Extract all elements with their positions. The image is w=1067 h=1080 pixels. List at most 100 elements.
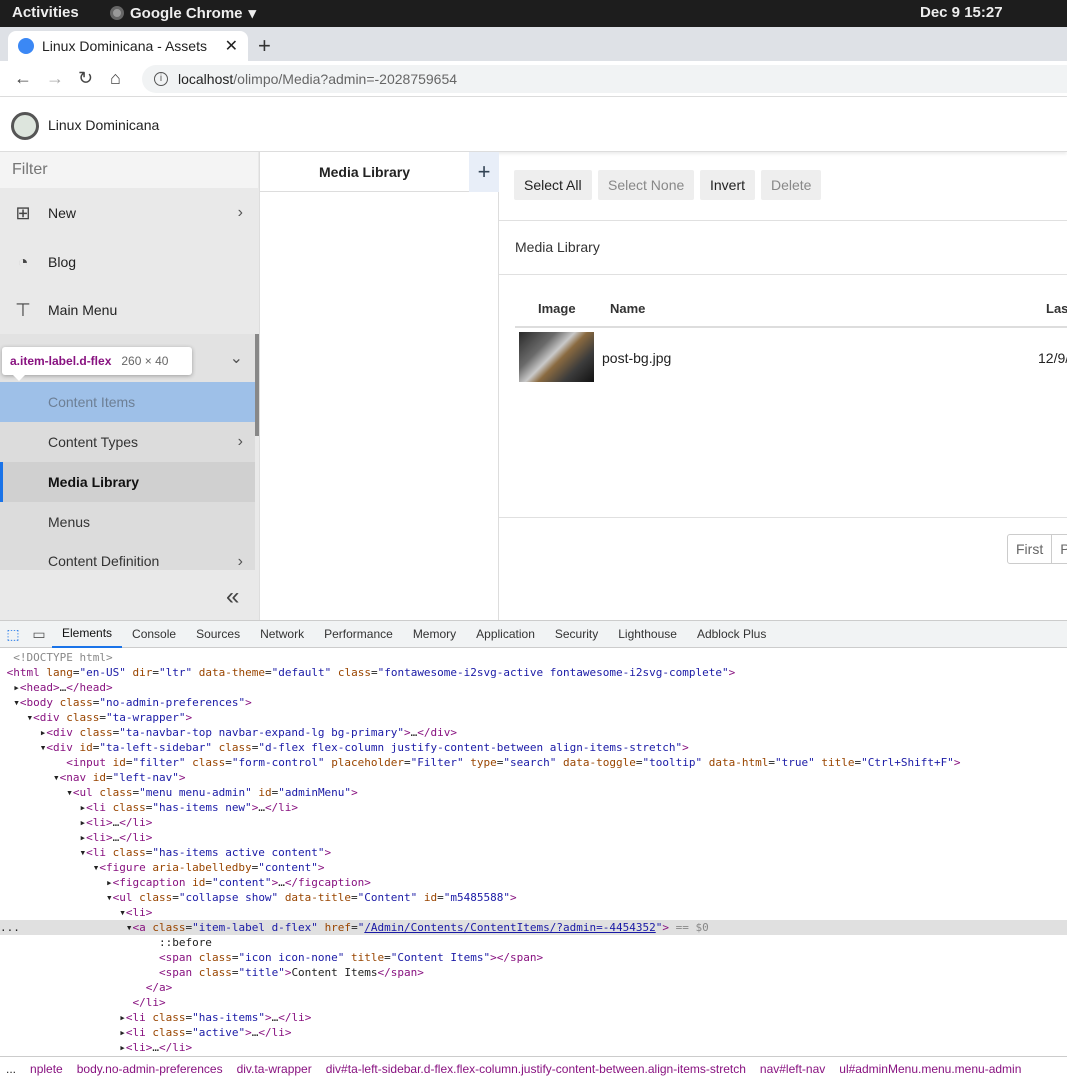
select-none-button[interactable]: Select None <box>598 170 695 200</box>
sidebar-subitem-content-items[interactable]: Content Items <box>0 382 255 422</box>
chevron-right-icon: › <box>237 204 243 221</box>
devtools-tab-performance[interactable]: Performance <box>314 621 403 648</box>
pager-previous-button[interactable]: P <box>1052 535 1067 563</box>
crumb-item[interactable]: body.no-admin-preferences <box>77 1062 223 1076</box>
pager-first-button[interactable]: First <box>1008 535 1053 563</box>
sidebar-subitem-content-types[interactable]: Content Types › <box>0 422 255 462</box>
dom-line[interactable]: ▾<ul class="menu menu-admin" id="adminMe… <box>0 785 1067 800</box>
invert-button[interactable]: Invert <box>700 170 756 200</box>
column-header-image[interactable]: Image <box>538 301 576 316</box>
devtools-tab-memory[interactable]: Memory <box>403 621 466 648</box>
back-icon[interactable]: ← <box>14 68 32 89</box>
dom-line[interactable]: ::before <box>0 935 1067 950</box>
dom-line[interactable]: ▸<div class="ta-navbar-top navbar-expand… <box>0 725 1067 740</box>
dom-line[interactable]: <span class="title">Content Items</span> <box>0 965 1067 980</box>
close-tab-icon[interactable]: ✕ <box>225 36 238 56</box>
delete-button[interactable]: Delete <box>761 170 822 200</box>
sidebar-item-main-menu[interactable]: ⊤ Main Menu <box>0 286 255 334</box>
divider <box>499 274 1067 275</box>
devtools-tab-elements[interactable]: Elements <box>52 621 123 648</box>
dom-line[interactable]: ▾<body class="no-admin-preferences"> <box>0 695 1067 710</box>
add-folder-button[interactable]: + <box>469 152 499 192</box>
crumb-item[interactable]: nav#left-nav <box>760 1062 825 1076</box>
select-all-button[interactable]: Select All <box>514 170 592 200</box>
dom-line[interactable]: </a> <box>0 980 1067 995</box>
devtools-tab-adblock[interactable]: Adblock Plus <box>687 621 776 648</box>
crumb-item[interactable]: ul#adminMenu.menu.menu-admin <box>839 1062 1021 1076</box>
logo-icon[interactable] <box>11 112 39 140</box>
crumb-ellipsis[interactable]: ... <box>6 1062 16 1076</box>
devtools-tab-bar: ⬚ ▭ Elements Console Sources Network Per… <box>0 621 1067 648</box>
devtools-tab-application[interactable]: Application <box>466 621 545 648</box>
clock[interactable]: Dec 9 15:27 <box>920 4 1003 21</box>
devtools-tab-network[interactable]: Network <box>250 621 314 648</box>
dom-line[interactable]: <!DOCTYPE html> <box>0 650 1067 665</box>
media-thumbnail[interactable] <box>519 332 594 382</box>
dom-line[interactable]: ▾<li> <box>0 905 1067 920</box>
app-menu[interactable]: Google Chrome ▾ <box>110 4 256 22</box>
sidebar-subitem-content-definition[interactable]: Content Definition › <box>0 542 255 570</box>
dom-line[interactable]: <span class="icon icon-none" title="Cont… <box>0 950 1067 965</box>
sidebar-subitem-label: Content Items <box>48 394 136 410</box>
sidebar-subitem-media-library[interactable]: Media Library <box>0 462 255 502</box>
sidebar-item-label: Main Menu <box>48 302 118 318</box>
media-folder-title[interactable]: Media Library <box>260 152 469 192</box>
dom-line[interactable]: ▾<div id="ta-left-sidebar" class="d-flex… <box>0 740 1067 755</box>
sidebar-item-label: New <box>48 205 77 221</box>
sidebar-item-new[interactable]: ⊞ New › <box>0 189 255 237</box>
address-bar[interactable]: i localhost/olimpo/Media?admin=-20287596… <box>142 65 1067 93</box>
chevron-right-icon: › <box>237 553 243 570</box>
collapse-sidebar-icon[interactable]: « <box>226 583 239 611</box>
activities-button[interactable]: Activities <box>12 4 79 21</box>
dom-line[interactable]: ▸<head>…</head> <box>0 680 1067 695</box>
crumb-item[interactable]: div.ta-wrapper <box>237 1062 312 1076</box>
table-header-divider <box>515 326 1067 328</box>
devtools-tab-lighthouse[interactable]: Lighthouse <box>608 621 687 648</box>
dom-line[interactable]: ▾<ul class="collapse show" data-title="C… <box>0 890 1067 905</box>
dom-line[interactable]: <html lang="en-US" dir="ltr" data-theme=… <box>0 665 1067 680</box>
sidebar-scrollbar[interactable] <box>255 334 259 436</box>
forward-icon[interactable]: → <box>46 68 64 89</box>
sidebar-item-blog[interactable]: ◔ Blog <box>0 238 255 286</box>
dom-line[interactable]: ▾<li class="has-items active content"> <box>0 845 1067 860</box>
favicon-icon <box>18 38 34 54</box>
dom-line-selected[interactable]: ... ▾<a class="item-label d-flex" href="… <box>0 920 1067 935</box>
chrome-icon <box>110 6 124 20</box>
dom-tree[interactable]: <!DOCTYPE html> <html lang="en-US" dir="… <box>0 650 1067 1055</box>
dom-line[interactable]: ▸<figcaption id="content">…</figcaption> <box>0 875 1067 890</box>
dom-line[interactable]: ▾<figure aria-labelledby="content"> <box>0 860 1067 875</box>
rss-icon: ◔ <box>17 251 29 272</box>
dom-line[interactable]: ▸<li class="has-items new">…</li> <box>0 800 1067 815</box>
crumb-item[interactable]: div#ta-left-sidebar.d-flex.flex-column.j… <box>326 1062 746 1076</box>
dom-line[interactable]: <input id="filter" class="form-control" … <box>0 755 1067 770</box>
devtools-tab-security[interactable]: Security <box>545 621 608 648</box>
device-toolbar-icon[interactable]: ▭ <box>26 626 52 643</box>
home-icon[interactable]: ⌂ <box>110 68 121 89</box>
dom-ellipsis[interactable]: ... <box>0 921 20 934</box>
tab-title: Linux Dominicana - Assets <box>42 38 207 54</box>
dom-line[interactable]: ▸<li>…</li> <box>0 815 1067 830</box>
brand-name[interactable]: Linux Dominicana <box>48 117 159 133</box>
inspect-element-icon[interactable]: ⬚ <box>0 626 26 643</box>
column-header-last-modified[interactable]: Las <box>1046 301 1067 316</box>
media-folder-panel <box>260 152 499 620</box>
tooltip-dimensions: 260 × 40 <box>121 354 169 368</box>
dom-line[interactable]: ▾<div class="ta-wrapper"> <box>0 710 1067 725</box>
devtools-tab-console[interactable]: Console <box>122 621 186 648</box>
devtools-tab-sources[interactable]: Sources <box>186 621 250 648</box>
filter-input[interactable] <box>0 152 258 188</box>
dom-line[interactable]: ▸<li>…</li> <box>0 1040 1067 1055</box>
sidebar-subitem-menus[interactable]: Menus <box>0 502 255 542</box>
media-file-name[interactable]: post-bg.jpg <box>602 350 671 366</box>
dom-line[interactable]: ▾<nav id="left-nav"> <box>0 770 1067 785</box>
dom-line[interactable]: ▸<li class="active">…</li> <box>0 1025 1067 1040</box>
dom-line[interactable]: ▸<li class="has-items">…</li> <box>0 1010 1067 1025</box>
info-icon[interactable]: i <box>154 72 168 86</box>
reload-icon[interactable]: ↻ <box>78 68 93 89</box>
dom-line[interactable]: ▸<li>…</li> <box>0 830 1067 845</box>
new-tab-button[interactable]: + <box>258 33 271 59</box>
dom-line[interactable]: </li> <box>0 995 1067 1010</box>
browser-tab[interactable]: Linux Dominicana - Assets ✕ <box>8 31 248 61</box>
column-header-name[interactable]: Name <box>610 301 645 316</box>
crumb-item[interactable]: nplete <box>30 1062 63 1076</box>
